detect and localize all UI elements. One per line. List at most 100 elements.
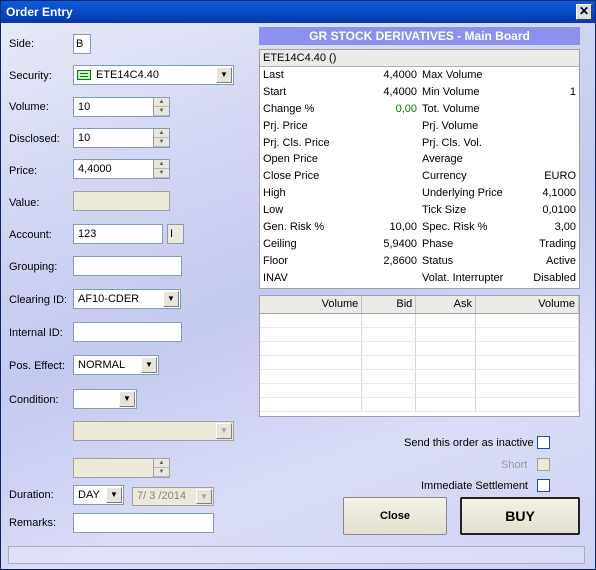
account-input[interactable]: 123 [73,224,163,244]
quote-label-left: Prj. Cls. Price [263,136,330,149]
quote-panel: ETE14C4.40 () Last 4,4000 Max Volume Start 4… [259,49,580,289]
price-input[interactable]: 4,4000 ▲ ▼ [73,159,170,179]
duration-date-value: 7/ 3 /2014 [137,490,186,502]
depth-cell [475,383,580,398]
quote-value-left: 10,00 [389,221,417,234]
quote-label-right: Average [422,153,463,166]
quote-row: Low Tick Size 0,0100 [260,202,579,219]
side-label: Side: [9,38,35,50]
depth-cell [361,327,417,342]
quote-label-left: INAV [263,271,288,284]
depth-bid-header: Bid [361,296,417,314]
short-label: Short [501,459,528,471]
depth-cell [415,341,476,356]
quote-value-right: 1 [569,85,576,98]
disclosed-label: Disclosed: [9,133,60,145]
quote-row: Last 4,4000 Max Volume [260,67,579,84]
condition-dropdown-arrow[interactable]: ▼ [119,391,135,407]
depth-row [260,355,580,370]
quote-row: INAV Volat. Interrupter Disabled [260,270,579,287]
duration-date-picker: 7/ 3 /2014 ▼ [132,487,214,506]
quote-label-left: Start [263,85,287,98]
quote-row: High Underlying Price 4,1000 [260,185,579,202]
volume-input[interactable]: 10 ▲ ▼ [73,97,170,117]
title-bar: Order Entry ✕ [1,1,595,23]
pos-effect-dropdown-arrow[interactable]: ▼ [141,357,157,373]
disclosed-input[interactable]: 10 ▲ ▼ [73,128,170,148]
depth-cell [415,383,476,398]
duration-dropdown-arrow[interactable]: ▼ [106,487,122,503]
inactive-checkbox[interactable] [537,436,550,449]
quote-rows: Last 4,4000 Max Volume Start 4,4000 Min Volum… [260,67,579,287]
quote-label-right: Underlying Price [422,187,503,200]
remarks-input[interactable] [73,513,214,533]
status-bar [8,546,585,564]
depth-cell [415,369,476,384]
quote-value-right: 4,1000 [542,187,576,200]
value-label: Value: [9,197,40,209]
duration-combo[interactable]: DAY ▼ [73,485,124,505]
quote-label-left: Low [263,204,284,217]
immediate-settlement-checkbox[interactable] [537,479,550,492]
security-dropdown-arrow[interactable]: ▼ [216,67,232,83]
quote-label-left: High [263,187,286,200]
quote-label-right: Min Volume [422,85,480,98]
depth-row [260,383,580,398]
board-title: GR STOCK DERIVATIVES - Main Board [259,27,580,45]
quote-row: Prj. Price Prj. Volume [260,118,579,135]
quote-label-right: Tot. Volume [422,102,480,115]
quote-label-right: Volat. Interrupter [422,271,504,284]
depth-cell [260,383,363,398]
order-entry-window: Order Entry ✕ Side: B Security: ETE14C4.… [0,0,596,570]
instrument-header: ETE14C4.40 () [260,50,579,67]
short-checkbox [537,458,550,471]
close-button[interactable]: Close [343,497,447,535]
volume-spinner[interactable]: ▲ ▼ [153,98,169,116]
quote-row: Open Price Average [260,151,579,168]
security-combo[interactable]: ETE14C4.40 ▼ [73,65,234,85]
quote-row: Change % 0,00 Tot. Volume [260,101,579,118]
condition-combo[interactable]: ▼ [73,389,137,409]
quote-row: Prj. Cls. Price Prj. Cls. Vol. [260,135,579,152]
quote-value-left: 2,8600 [383,254,417,267]
depth-row [260,327,580,342]
grouping-input[interactable] [73,256,182,276]
depth-cell [415,355,476,370]
depth-bid-volume-header: Volume [260,296,363,314]
depth-cell [415,313,476,328]
duration-value: DAY [78,489,100,501]
clearing-id-combo[interactable]: AF10-CDER ▼ [73,289,181,309]
depth-row [260,397,580,412]
internal-id-input[interactable] [73,322,182,342]
depth-cell [260,341,363,356]
window-title: Order Entry [6,5,73,19]
pos-effect-combo[interactable]: NORMAL ▼ [73,355,159,375]
condition-value-spinner: ▲ ▼ [153,459,169,477]
value-field [73,191,170,211]
quote-label-left: Close Price [263,170,320,183]
security-label: Security: [9,70,52,82]
condition-detail-combo: ▼ [73,421,234,441]
depth-cell [475,369,580,384]
inactive-label: Send this order as inactive [404,437,534,449]
quote-value-left: 0,00 [395,102,417,115]
quote-label-right: Max Volume [422,69,483,81]
quote-value-right: Trading [539,237,576,250]
remarks-label: Remarks: [9,517,57,529]
clearing-id-dropdown-arrow[interactable]: ▼ [163,291,179,307]
internal-id-label: Internal ID: [9,327,63,339]
side-input[interactable]: B [73,34,91,54]
quote-label-right: Prj. Volume [422,119,479,132]
depth-cell [260,313,363,328]
quote-value-right: EURO [544,170,576,183]
quote-row: Gen. Risk % 10,00 Spec. Risk % 3,00 [260,219,579,236]
buy-button[interactable]: BUY [460,497,580,535]
close-window-button[interactable]: ✕ [576,4,592,20]
price-spinner[interactable]: ▲ ▼ [153,160,169,178]
depth-cell [475,341,580,356]
volume-value: 10 [78,101,91,113]
condition-value-spin: ▲ ▼ [73,458,170,478]
disclosed-spinner[interactable]: ▲ ▼ [153,129,169,147]
quote-label-left: Floor [263,254,289,267]
pos-effect-value: NORMAL [78,359,126,371]
